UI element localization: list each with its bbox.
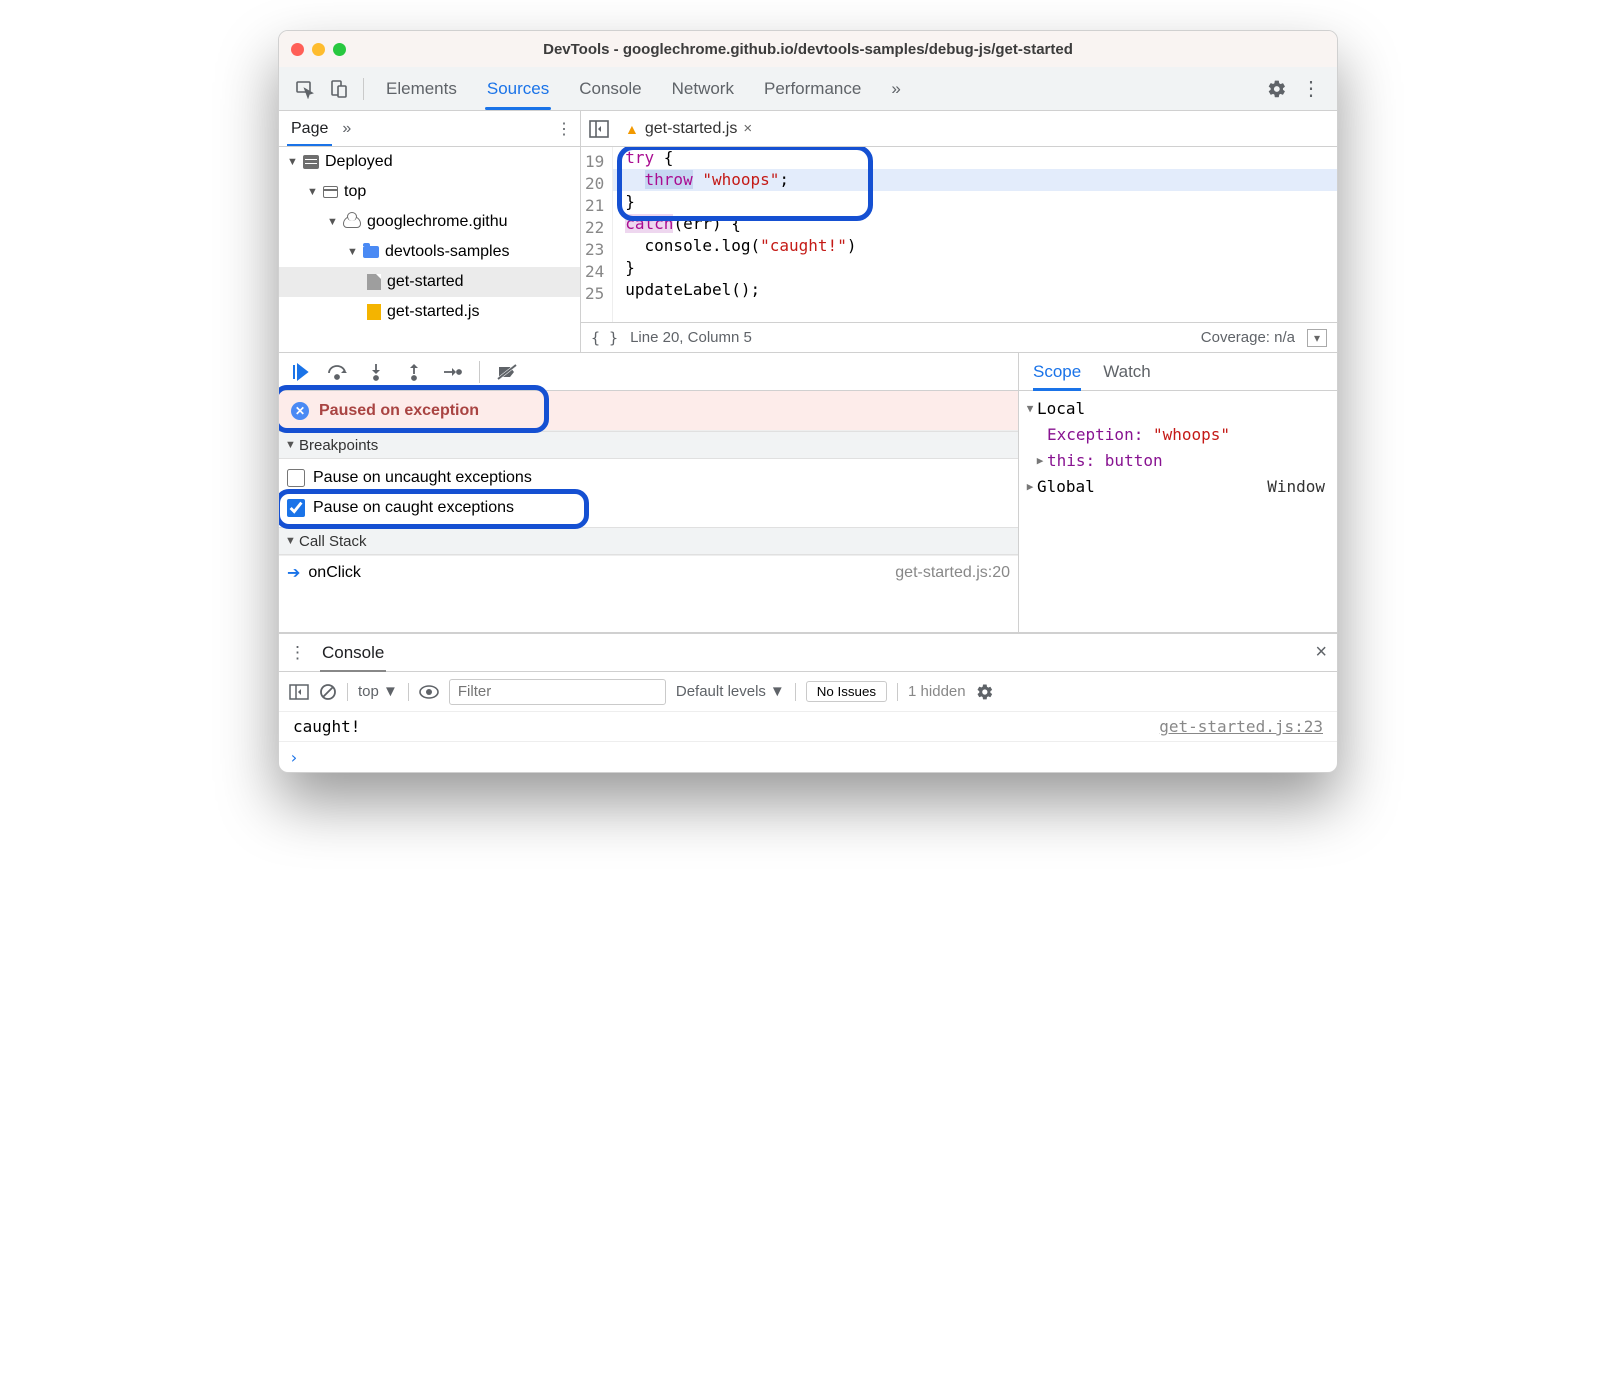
log-levels-selector[interactable]: Default levels ▼ <box>676 683 785 700</box>
titlebar: DevTools - googlechrome.github.io/devtoo… <box>279 31 1337 67</box>
main-tabs: Elements Sources Console Network Perform… <box>279 67 1337 111</box>
window-controls <box>291 43 346 56</box>
scope-this[interactable]: ▶this: button <box>1019 447 1337 473</box>
window-title: DevTools - googlechrome.github.io/devtoo… <box>279 41 1337 58</box>
document-icon <box>367 274 381 290</box>
tab-watch[interactable]: Watch <box>1103 362 1151 382</box>
divider <box>363 78 364 100</box>
frame-icon <box>323 186 338 198</box>
editor-tabs: ▲ get-started.js × <box>581 111 1337 146</box>
close-drawer-icon[interactable]: × <box>1315 641 1327 664</box>
devtools-window: DevTools - googlechrome.github.io/devtoo… <box>278 30 1338 773</box>
page-tab[interactable]: Page <box>287 113 332 145</box>
debugger-right: Scope Watch ▼Local Exception: "whoops" ▶… <box>1019 353 1337 632</box>
toggle-navigator-icon[interactable] <box>589 120 609 138</box>
coverage-indicator: Coverage: n/a <box>1201 329 1295 346</box>
debugger-left: ✕ Paused on exception ▼Breakpoints Pause… <box>279 353 1019 632</box>
console-toolbar: top ▼ Default levels ▼ No Issues 1 hidde… <box>279 672 1337 712</box>
sources-mid: ▼Deployed ▼top ▼googlechrome.githu ▼devt… <box>279 147 1337 353</box>
navigator-more-tabs[interactable]: » <box>342 120 351 138</box>
console-sidebar-icon[interactable] <box>289 684 309 700</box>
zoom-window-button[interactable] <box>333 43 346 56</box>
hidden-count: 1 hidden <box>908 683 966 700</box>
console-prompt[interactable]: › <box>279 742 1337 772</box>
code-editor: 19202122232425 try { throw "whoops"; } c… <box>581 147 1337 352</box>
tab-elements[interactable]: Elements <box>372 69 471 109</box>
tab-network[interactable]: Network <box>658 69 748 109</box>
drawer-menu-icon[interactable]: ⋮ <box>289 643 306 663</box>
breakpoints-body: Pause on uncaught exceptions Pause on ca… <box>279 459 1018 527</box>
console-tab[interactable]: Console <box>320 635 386 671</box>
deployed-icon <box>303 155 319 169</box>
context-selector[interactable]: top ▼ <box>358 683 398 700</box>
file-navigator: ▼Deployed ▼top ▼googlechrome.githu ▼devt… <box>279 147 581 352</box>
code-footer: { } Line 20, Column 5 Coverage: n/a ▾ <box>581 322 1337 352</box>
pause-caught-checkbox[interactable]: Pause on caught exceptions <box>287 493 1010 523</box>
step-into-icon[interactable] <box>365 361 387 383</box>
editor-tab-filename: get-started.js <box>645 120 737 138</box>
pause-message: Paused on exception <box>319 402 479 420</box>
tree-folder[interactable]: ▼devtools-samples <box>279 237 580 267</box>
inspect-element-icon[interactable] <box>289 73 321 105</box>
live-expression-icon[interactable] <box>419 685 439 699</box>
sources-sub-tabs: Page » ⋮ ▲ get-started.js × <box>279 111 1337 147</box>
pause-exception-icon: ✕ <box>291 402 309 420</box>
debugger-toolbar <box>279 353 1018 391</box>
console-drawer-tabs: ⋮ Console × <box>279 634 1337 672</box>
breakpoints-header[interactable]: ▼Breakpoints <box>279 431 1018 459</box>
script-icon <box>367 304 381 320</box>
callstack-header[interactable]: ▼Call Stack <box>279 527 1018 555</box>
issues-button[interactable]: No Issues <box>806 681 887 702</box>
pretty-print-icon[interactable]: { } <box>591 329 618 347</box>
deactivate-breakpoints-icon[interactable] <box>496 361 518 383</box>
tree-top-frame[interactable]: ▼top <box>279 177 580 207</box>
navigator-menu-icon[interactable]: ⋮ <box>556 119 572 139</box>
step-over-icon[interactable] <box>327 361 349 383</box>
cloud-icon <box>343 216 361 228</box>
tree-domain[interactable]: ▼googlechrome.githu <box>279 207 580 237</box>
callstack-frame[interactable]: ➔ onClick get-started.js:20 <box>279 555 1018 589</box>
device-toolbar-icon[interactable] <box>323 73 355 105</box>
folder-icon <box>363 246 379 258</box>
console-output: caught! get-started.js:23 › <box>279 712 1337 772</box>
code-body[interactable]: try { throw "whoops"; } catch(err) { con… <box>613 147 1337 322</box>
kebab-menu-icon[interactable]: ⋮ <box>1295 70 1327 107</box>
debugger-panes: ✕ Paused on exception ▼Breakpoints Pause… <box>279 353 1337 633</box>
tab-scope[interactable]: Scope <box>1033 354 1081 390</box>
console-source-link[interactable]: get-started.js:23 <box>1159 717 1323 736</box>
editor-dropdown-icon[interactable]: ▾ <box>1307 329 1327 347</box>
tree-file-js[interactable]: get-started.js <box>279 297 580 327</box>
clear-console-icon[interactable] <box>319 683 337 701</box>
line-gutter[interactable]: 19202122232425 <box>581 147 613 322</box>
scope-watch-tabs: Scope Watch <box>1019 353 1337 391</box>
console-log-line[interactable]: caught! get-started.js:23 <box>279 712 1337 742</box>
step-icon[interactable] <box>441 361 463 383</box>
tab-sources[interactable]: Sources <box>473 69 563 109</box>
console-drawer: ⋮ Console × top ▼ Default levels ▼ No Is… <box>279 633 1337 772</box>
tree-deployed[interactable]: ▼Deployed <box>279 147 580 177</box>
pause-uncaught-checkbox[interactable]: Pause on uncaught exceptions <box>287 463 1010 493</box>
scope-local[interactable]: ▼Local <box>1019 395 1337 421</box>
scope-global[interactable]: ▶GlobalWindow <box>1019 473 1337 499</box>
navigator-tabs: Page » ⋮ <box>279 111 581 146</box>
warning-icon: ▲ <box>625 121 639 137</box>
filter-input[interactable] <box>449 679 666 705</box>
editor-tab-active[interactable]: ▲ get-started.js × <box>619 116 758 142</box>
settings-icon[interactable] <box>1261 73 1293 105</box>
tree-file-html[interactable]: get-started <box>279 267 580 297</box>
pause-banner: ✕ Paused on exception <box>279 391 1018 431</box>
current-frame-icon: ➔ <box>287 563 300 583</box>
close-tab-icon[interactable]: × <box>743 120 752 137</box>
step-out-icon[interactable] <box>403 361 425 383</box>
console-settings-icon[interactable] <box>976 683 994 701</box>
close-window-button[interactable] <box>291 43 304 56</box>
tab-more[interactable]: » <box>877 69 914 109</box>
minimize-window-button[interactable] <box>312 43 325 56</box>
resume-icon[interactable] <box>289 361 311 383</box>
tab-performance[interactable]: Performance <box>750 69 875 109</box>
scope-exception[interactable]: Exception: "whoops" <box>1019 421 1337 447</box>
scope-body: ▼Local Exception: "whoops" ▶this: button… <box>1019 391 1337 632</box>
tab-console[interactable]: Console <box>565 69 655 109</box>
cursor-position: Line 20, Column 5 <box>630 329 752 346</box>
